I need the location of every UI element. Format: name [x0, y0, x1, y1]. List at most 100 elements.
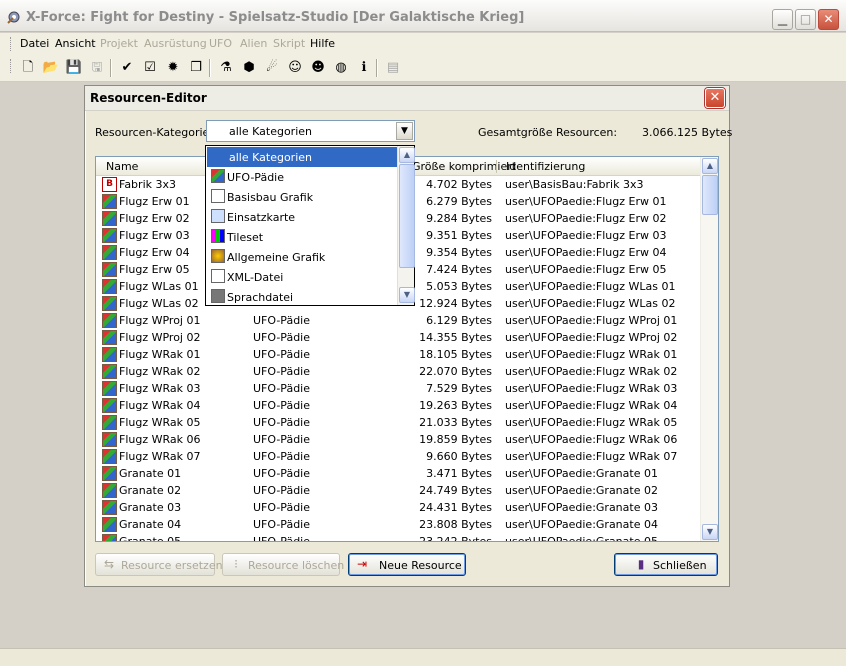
chevron-up-icon: ▲ [706, 161, 714, 170]
resource-id: user\UFOPaedie:Flugz WProj 02 [505, 331, 678, 344]
category-label: Resourcen-Kategorie: [95, 126, 213, 139]
resource-name: Granate 04 [119, 518, 182, 531]
menu-bar: Datei Ansicht Projekt Ausrüstung UFO Alien Skr… [0, 33, 846, 55]
table-row[interactable]: Granate 05 UFO-Pädie 23.242 Bytes user\UFOP… [96, 533, 700, 541]
replace-icon: ⇆ [103, 557, 115, 571]
resource-size: 7.529 Bytes [426, 382, 492, 395]
dropdown-option[interactable]: Einsatzkarte [207, 207, 398, 227]
resource-category: UFO-Pädie [253, 331, 310, 344]
category-dropdown-button[interactable]: ▼ [396, 122, 413, 140]
dropdown-option[interactable]: UFO-Pädie [207, 167, 398, 187]
ufo-icon[interactable]: ☄ [262, 58, 282, 78]
table-row[interactable]: Flugz WRak 02 UFO-Pädie 22.070 Bytes user\U… [96, 363, 700, 380]
window-title: X-Force: Fight for Destiny - Spielsatz-S… [26, 10, 525, 25]
close-window-button[interactable]: ✕ [818, 9, 839, 30]
dropdown-scrollbar[interactable]: ▲ ▼ [397, 146, 415, 305]
properties-icon[interactable]: ☑ [140, 58, 160, 78]
dropdown-scroll-up[interactable]: ▲ [399, 147, 415, 163]
resource-id: user\UFOPaedie:Flugz Erw 04 [505, 246, 667, 259]
dropdown-option[interactable]: XML-Datei [207, 267, 398, 287]
table-row[interactable]: Flugz WRak 06 UFO-Pädie 19.859 Bytes user\U… [96, 431, 700, 448]
maximize-button[interactable]: □ [795, 9, 816, 30]
scroll-thumb[interactable] [702, 175, 718, 215]
list-scrollbar[interactable]: ▲ ▼ [700, 157, 718, 541]
scroll-up-button[interactable]: ▲ [702, 158, 718, 174]
save-as-icon[interactable]: 🖫 [87, 58, 107, 78]
menu-hilfe[interactable]: Hilfe [310, 37, 335, 50]
dropdown-scroll-down[interactable]: ▼ [399, 287, 415, 303]
resource-size: 24.431 Bytes [419, 501, 492, 514]
menu-projekt[interactable]: Projekt [100, 37, 138, 50]
menu-ausr-stung[interactable]: Ausrüstung [144, 37, 207, 50]
resource-name: Flugz Erw 02 [119, 212, 190, 225]
scroll-down-button[interactable]: ▼ [702, 524, 718, 540]
column-header-id[interactable]: Identifizierung [506, 160, 585, 173]
table-row[interactable]: Flugz WRak 01 UFO-Pädie 18.105 Bytes user\U… [96, 346, 700, 363]
toolbar-separator [110, 59, 112, 77]
dropdown-scroll-thumb[interactable] [399, 164, 415, 268]
table-row[interactable]: Granate 01 UFO-Pädie 3.471 Bytes user\UFOPa… [96, 465, 700, 482]
spellcheck-icon[interactable]: ✔ [117, 58, 137, 78]
resource-id: user\UFOPaedie:Flugz Erw 01 [505, 195, 667, 208]
category-dropdown-list[interactable]: alle Kategorien UFO-Pädie Basisbau Grafik E… [205, 145, 415, 306]
resource-name: Flugz WRak 04 [119, 399, 201, 412]
menu-skript[interactable]: Skript [273, 37, 305, 50]
html-icon[interactable]: ▤ [383, 58, 403, 78]
cube-icon[interactable]: ⬢ [239, 58, 259, 78]
category-select[interactable]: alle Kategorien ▼ [206, 120, 415, 142]
basebuild-icon: B [102, 177, 117, 192]
info-icon[interactable]: ℹ [354, 58, 374, 78]
globe-icon[interactable]: ◍ [331, 58, 351, 78]
menu-alien[interactable]: Alien [240, 37, 267, 50]
app-gear-icon [7, 11, 20, 24]
column-divider[interactable] [496, 160, 497, 173]
dropdown-option[interactable]: Sprachdatei [207, 287, 398, 307]
table-row[interactable]: Granate 04 UFO-Pädie 23.808 Bytes user\UFOP… [96, 516, 700, 533]
mission-map-icon [211, 209, 225, 223]
table-row[interactable]: Flugz WProj 01 UFO-Pädie 6.129 Bytes user\U… [96, 312, 700, 329]
settings-gear-icon[interactable]: ✹ [163, 58, 183, 78]
flask-icon[interactable]: ⚗ [216, 58, 236, 78]
table-row[interactable]: Flugz WRak 05 UFO-Pädie 21.033 Bytes user\U… [96, 414, 700, 431]
alien-icon[interactable]: ☺ [285, 58, 305, 78]
dropdown-option[interactable]: alle Kategorien [207, 147, 398, 167]
chevron-up-icon: ▲ [403, 150, 411, 159]
replace-resource-button[interactable]: ⇆ Resource ersetzen [95, 553, 223, 576]
column-header-name[interactable]: Name [106, 160, 138, 173]
dropdown-option-label: Allgemeine Grafik [227, 251, 326, 264]
dialog-close-button[interactable]: ✕ [705, 88, 725, 108]
table-row[interactable]: Granate 03 UFO-Pädie 24.431 Bytes user\UFOP… [96, 499, 700, 516]
copy-icon[interactable]: ❐ [186, 58, 206, 78]
menu-ufo[interactable]: UFO [209, 37, 232, 50]
close-button[interactable]: ▮ Schließen [614, 553, 718, 576]
open-folder-icon[interactable]: 📂 [41, 58, 61, 78]
resource-id: user\UFOPaedie:Flugz Erw 03 [505, 229, 667, 242]
ufopaedia-icon [102, 449, 117, 464]
new-resource-button[interactable]: ⇥ Neue Resource [348, 553, 466, 576]
dropdown-option[interactable]: Tileset [207, 227, 398, 247]
resource-name: Flugz Erw 05 [119, 263, 190, 276]
table-row[interactable]: Flugz WRak 07 UFO-Pädie 9.660 Bytes user\UF… [96, 448, 700, 465]
resource-name: Flugz Erw 04 [119, 246, 190, 259]
close-button-label: Schließen [653, 559, 707, 572]
delete-resource-button[interactable]: ⁝ Resource löschen [222, 553, 344, 576]
column-header-size[interactable]: Größe komprimiert [412, 160, 516, 173]
ufopaedia-icon [102, 279, 117, 294]
dropdown-option[interactable]: Allgemeine Grafik [207, 247, 398, 267]
save-icon[interactable]: 💾 [64, 58, 84, 78]
toolbar-separator [209, 59, 211, 77]
table-row[interactable]: Flugz WRak 04 UFO-Pädie 19.263 Bytes user\U… [96, 397, 700, 414]
menu-ansicht[interactable]: Ansicht [55, 37, 96, 50]
table-row[interactable]: Flugz WProj 02 UFO-Pädie 14.355 Bytes user\… [96, 329, 700, 346]
resource-name: Flugz WRak 06 [119, 433, 201, 446]
alien-head-icon[interactable]: ☻ [308, 58, 328, 78]
new-file-icon[interactable]: 🗋 [18, 58, 38, 78]
ufopaedia-icon [102, 330, 117, 345]
menu-datei[interactable]: Datei [20, 37, 49, 50]
dropdown-option[interactable]: Basisbau Grafik [207, 187, 398, 207]
table-row[interactable]: Flugz WRak 03 UFO-Pädie 7.529 Bytes user\UF… [96, 380, 700, 397]
menu-grip [10, 37, 13, 51]
minimize-button[interactable]: ▁ [772, 9, 793, 30]
ufopaedia-icon [102, 432, 117, 447]
table-row[interactable]: Granate 02 UFO-Pädie 24.749 Bytes user\UFOP… [96, 482, 700, 499]
